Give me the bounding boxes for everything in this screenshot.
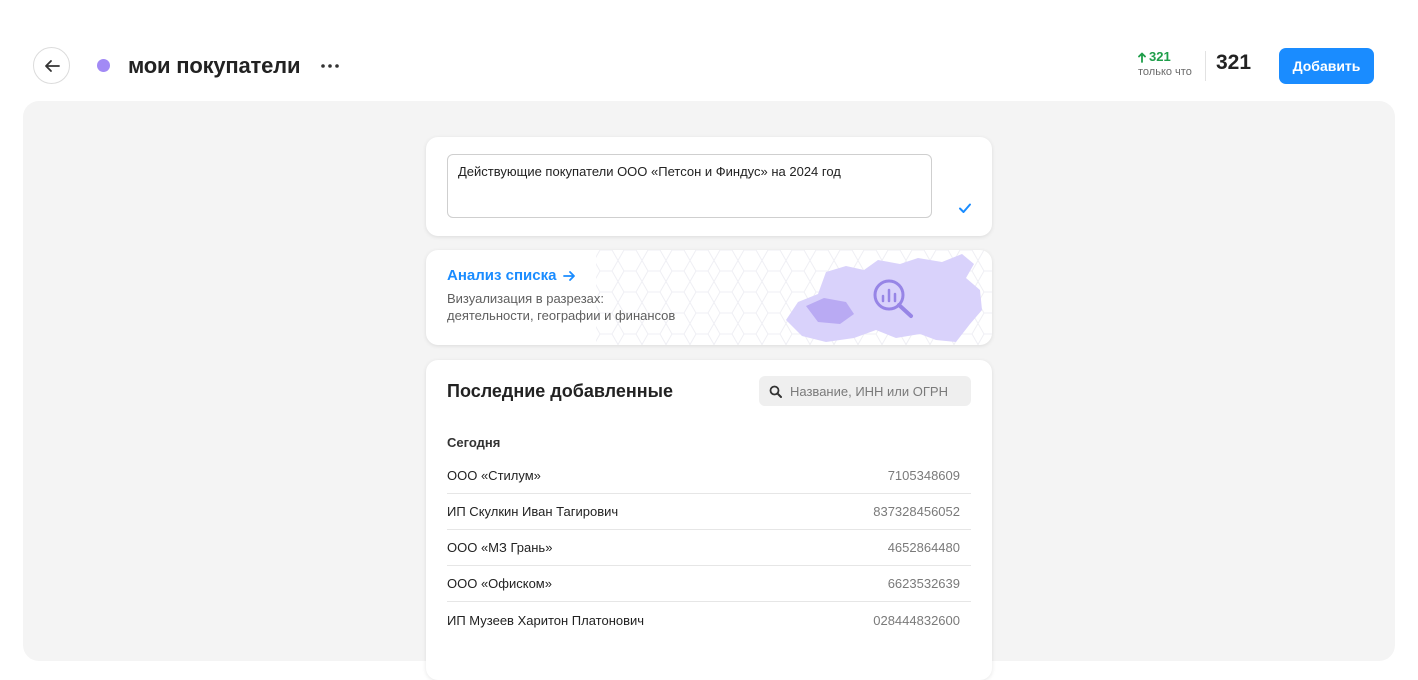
company-inn: 7105348609 xyxy=(887,468,960,483)
arrow-left-icon xyxy=(44,59,60,72)
company-inn: 6623532639 xyxy=(887,576,960,591)
arrow-up-icon xyxy=(1138,52,1146,63)
divider xyxy=(1205,51,1206,81)
list-item[interactable]: ООО «Офиском» 6623532639 xyxy=(447,566,971,602)
check-icon[interactable] xyxy=(958,201,972,215)
section-label: Сегодня xyxy=(447,435,501,450)
recent-change: 321 только что xyxy=(1138,50,1192,80)
delta-value: 321 xyxy=(1149,49,1171,64)
delta-label: только что xyxy=(1138,66,1192,78)
main-area: Действующие покупатели ООО «Петсон и Фин… xyxy=(23,101,1395,680)
analysis-subtitle-2: деятельности, географии и финансов xyxy=(447,308,676,323)
recent-list: ООО «Стилум» 7105348609 ИП Скулкин Иван … xyxy=(447,458,971,638)
recent-title: Последние добавленные xyxy=(447,381,674,401)
list-item[interactable]: ООО «МЗ Грань» 4652864480 xyxy=(447,530,971,566)
company-name: ИП Скулкин Иван Тагирович xyxy=(447,504,619,519)
add-button[interactable]: Добавить xyxy=(1279,48,1374,84)
page-title: мои покупатели xyxy=(128,53,301,78)
search-placeholder: Название, ИНН или ОГРН xyxy=(790,383,948,399)
more-button[interactable] xyxy=(316,52,344,80)
analysis-subtitle: Визуализация в разрезах: xyxy=(447,291,604,306)
company-name: ИП Музеев Харитон Платонович xyxy=(447,612,645,628)
search-icon xyxy=(769,385,782,398)
analysis-link[interactable]: Анализ списка xyxy=(447,267,556,284)
list-item[interactable]: ИП Скулкин Иван Тагирович 837328456052 xyxy=(447,494,971,530)
company-inn: 028444832600 xyxy=(873,612,960,628)
analysis-card[interactable]: Анализ списка Визуализация в разрезах: д… xyxy=(426,250,992,345)
list-item[interactable]: ИП Музеев Харитон Платонович 02844483260… xyxy=(447,602,971,638)
back-button[interactable] xyxy=(33,47,70,84)
search-input[interactable]: Название, ИНН или ОГРН xyxy=(759,376,971,406)
company-inn: 4652864480 xyxy=(887,540,960,555)
recent-card: Последние добавленные Название, ИНН или … xyxy=(426,360,992,680)
description-field[interactable]: Действующие покупатели ООО «Петсон и Фин… xyxy=(447,154,932,218)
list-item[interactable]: ООО «Стилум» 7105348609 xyxy=(447,458,971,494)
top-bar: мои покупатели 321 только что 321 Добави… xyxy=(0,0,1418,101)
company-name: ООО «Офиском» xyxy=(447,576,552,591)
company-name: ООО «Стилум» xyxy=(447,468,541,483)
description-card: Действующие покупатели ООО «Петсон и Фин… xyxy=(426,137,992,236)
company-inn: 837328456052 xyxy=(873,504,960,519)
company-name: ООО «МЗ Грань» xyxy=(447,540,553,555)
arrow-right-icon xyxy=(563,270,576,281)
total-count: 321 xyxy=(1216,51,1252,74)
more-horizontal-icon xyxy=(321,64,339,68)
list-color-dot xyxy=(97,59,110,72)
